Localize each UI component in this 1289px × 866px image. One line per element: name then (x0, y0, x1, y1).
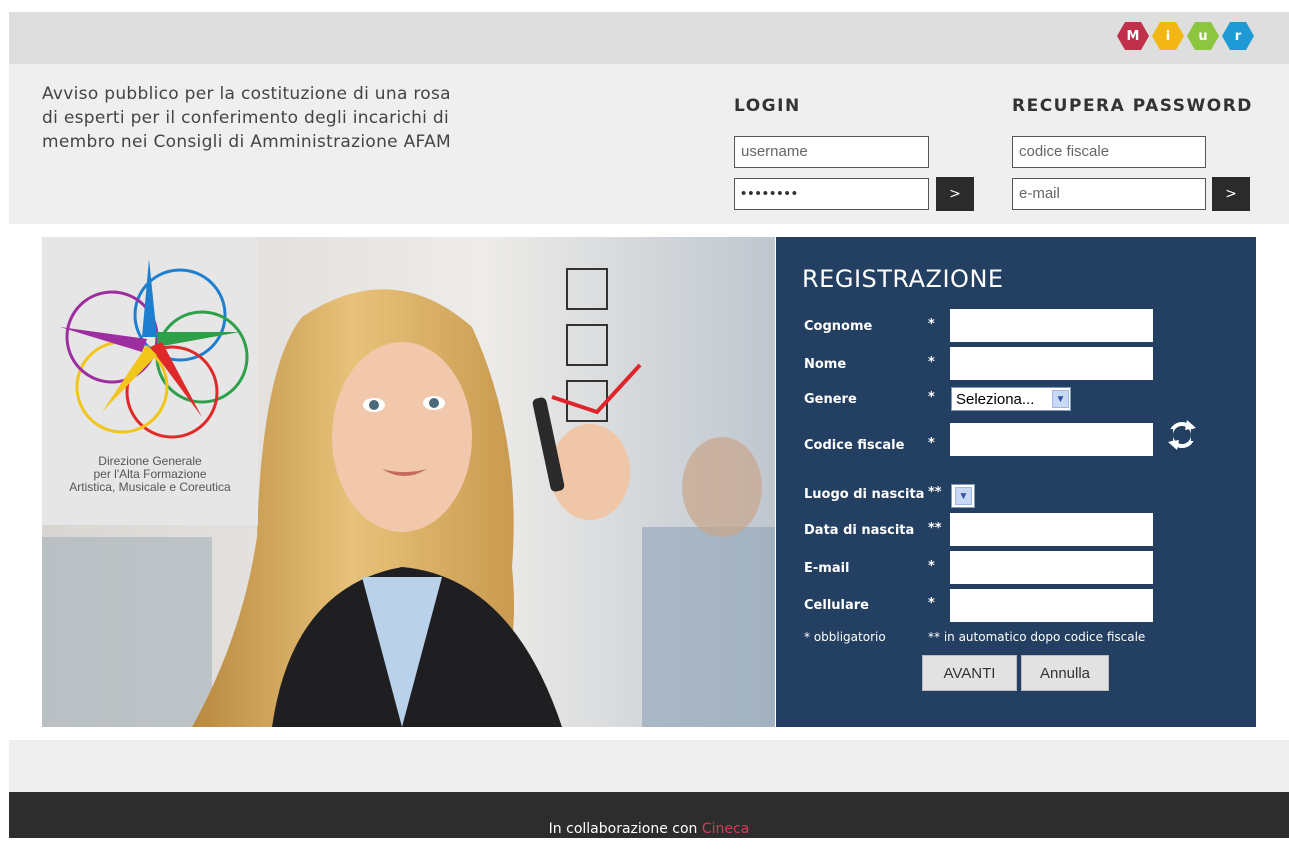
top-bar: M i u r (9, 12, 1289, 64)
nome-label: Nome (804, 357, 847, 372)
dg-caption-line3: Artistica, Musicale e Coreutica (69, 480, 231, 494)
note-auto: ** in automatico dopo codice fiscale (928, 630, 1146, 644)
luogo-nascita-select[interactable]: ▼ (951, 484, 975, 508)
cognome-required: * (928, 317, 935, 332)
genere-select[interactable]: Seleziona... ▼ (951, 387, 1071, 411)
footer-band (9, 740, 1289, 792)
hero-image: Direzione Generale per l'Alta Formazione… (42, 237, 775, 727)
miur-logo-letter-m: M (1117, 22, 1149, 50)
genere-selected-value: Seleziona... (956, 390, 1035, 408)
codice-fiscale-field[interactable]: codice fiscale (1012, 136, 1206, 168)
email-label: E-mail (804, 561, 850, 576)
email-input[interactable] (950, 551, 1153, 584)
registration-title: REGISTRAZIONE (802, 265, 1004, 293)
miur-logo-letter-i: i (1152, 22, 1184, 50)
codice-fiscale-required: * (928, 436, 935, 451)
cellulare-required: * (928, 596, 935, 611)
login-title: LOGIN (734, 96, 801, 116)
dg-logo-box: Direzione Generale per l'Alta Formazione… (42, 237, 258, 525)
genere-required: * (928, 390, 935, 405)
avanti-button[interactable]: AVANTI (922, 655, 1017, 691)
miur-logo-letter-r: r (1222, 22, 1254, 50)
luogo-nascita-label: Luogo di nascita (804, 487, 925, 502)
cellulare-input[interactable] (950, 589, 1153, 622)
recover-password-title: RECUPERA PASSWORD (1012, 96, 1253, 116)
cognome-label: Cognome (804, 319, 873, 334)
footer: In collaborazione con Cineca (9, 792, 1289, 838)
login-submit-button[interactable]: > (936, 177, 974, 211)
dg-star-logo-icon (60, 259, 249, 439)
email-recover-field[interactable]: e-mail (1012, 178, 1206, 210)
refresh-icon[interactable] (1165, 418, 1199, 452)
nome-required: * (928, 355, 935, 370)
codice-fiscale-label: Codice fiscale (804, 438, 905, 453)
dg-caption: Direzione Generale per l'Alta Formazione… (42, 455, 258, 494)
luogo-nascita-required: ** (928, 485, 942, 500)
data-nascita-input[interactable] (950, 513, 1153, 546)
cellulare-label: Cellulare (804, 598, 869, 613)
miur-logo[interactable]: M i u r (1117, 22, 1254, 50)
header: Avviso pubblico per la costituzione di u… (9, 64, 1289, 224)
cognome-input[interactable] (950, 309, 1153, 342)
codice-fiscale-input[interactable] (950, 423, 1153, 456)
data-nascita-required: ** (928, 521, 942, 536)
username-field[interactable]: username (734, 136, 929, 168)
genere-label: Genere (804, 392, 857, 407)
registration-panel: REGISTRAZIONE Cognome * Nome * Genere * … (776, 237, 1256, 727)
chevron-down-icon: ▼ (955, 487, 972, 505)
chevron-down-icon: ▼ (1052, 390, 1069, 408)
footer-text: In collaborazione con (548, 821, 698, 837)
footer-brand-link[interactable]: Cineca (702, 821, 749, 837)
data-nascita-label: Data di nascita (804, 523, 915, 538)
page-notice: Avviso pubblico per la costituzione di u… (42, 84, 451, 152)
nome-input[interactable] (950, 347, 1153, 380)
note-required: * obbligatorio (804, 630, 886, 644)
annulla-button[interactable]: Annulla (1021, 655, 1109, 691)
email-required: * (928, 559, 935, 574)
miur-logo-letter-u: u (1187, 22, 1219, 50)
recover-submit-button[interactable]: > (1212, 177, 1250, 211)
password-field[interactable]: •••••••• (734, 178, 929, 210)
